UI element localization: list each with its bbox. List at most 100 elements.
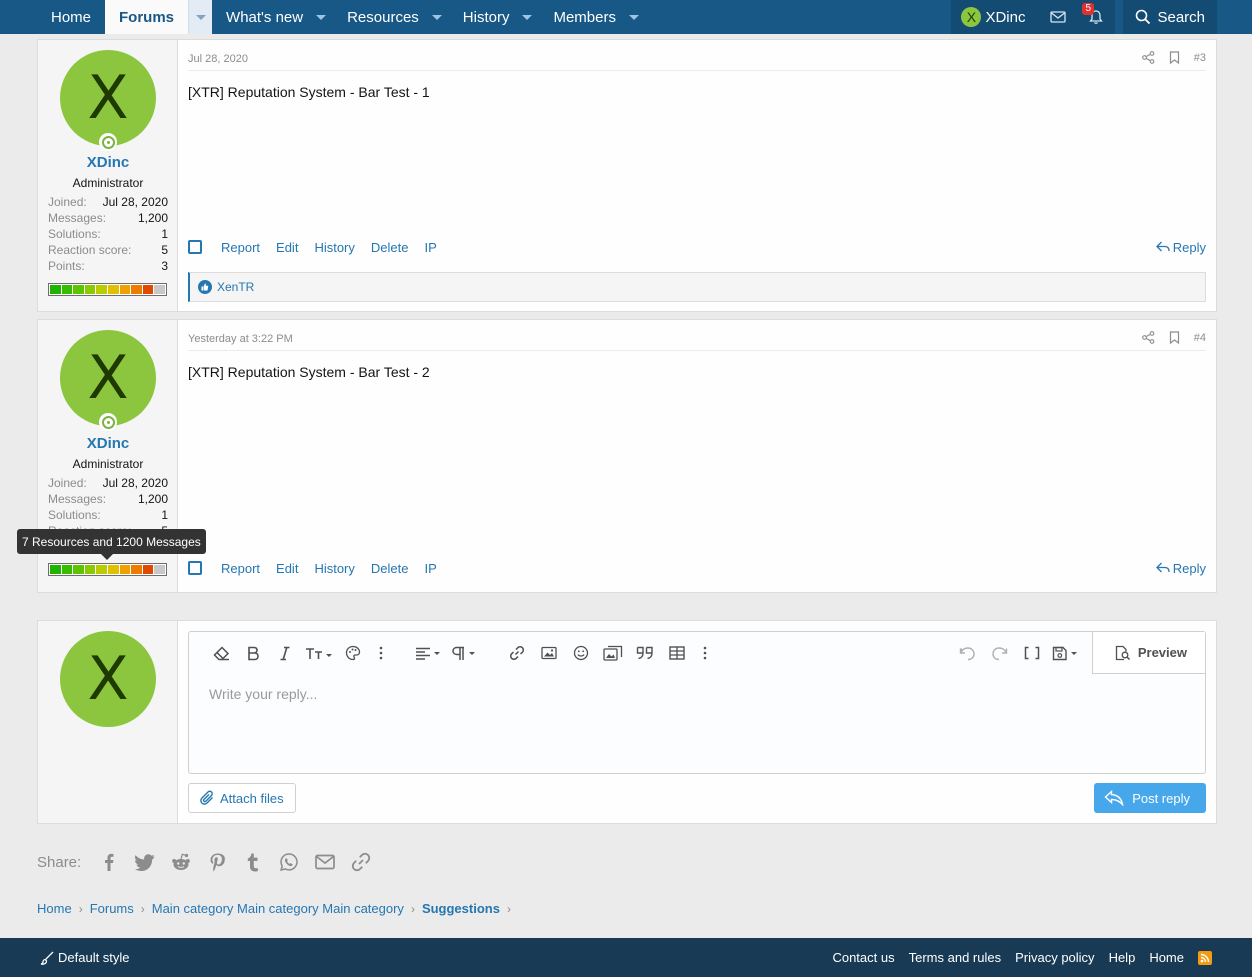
tab-forums[interactable]: Forums (105, 0, 213, 34)
undo-button[interactable] (952, 638, 984, 668)
insert-image-button[interactable] (533, 638, 565, 668)
chevron-down-icon[interactable] (622, 0, 646, 34)
insert-table-button[interactable] (661, 638, 693, 668)
avatar[interactable]: X (60, 330, 156, 426)
tab-history[interactable]: History (449, 0, 540, 34)
home-link[interactable]: Home (1149, 950, 1184, 965)
edit-link[interactable]: Edit (276, 240, 298, 255)
username[interactable]: XDinc (38, 435, 178, 452)
stat-value: 1 (161, 508, 168, 522)
post-date[interactable]: Yesterday at 3:22 PM (188, 333, 293, 345)
reply-textarea[interactable]: Write your reply... (209, 686, 317, 702)
ip-link[interactable]: IP (424, 561, 436, 576)
search-button[interactable]: Search (1123, 0, 1217, 34)
post-actions: Report Edit History Delete IP Reply (188, 560, 1206, 576)
share-icon[interactable] (1141, 331, 1155, 344)
inbox-button[interactable] (1039, 0, 1077, 34)
user-stats: Joined: Jul 28, 2020 Messages: 1,200 Solut… (48, 194, 168, 274)
drafts-button[interactable] (1048, 638, 1084, 668)
delete-link[interactable]: Delete (371, 561, 409, 576)
pinterest-icon[interactable] (199, 853, 235, 872)
smilie-button[interactable] (565, 638, 597, 668)
toggle-bbcode-button[interactable] (1016, 638, 1048, 668)
breadcrumb: Home › Forums › Main category Main categ… (37, 901, 518, 916)
tumblr-icon[interactable] (235, 853, 271, 872)
breadcrumb-home[interactable]: Home (37, 901, 72, 916)
username[interactable]: XDinc (38, 154, 178, 171)
terms-link[interactable]: Terms and rules (909, 950, 1001, 965)
facebook-icon[interactable] (91, 853, 127, 871)
reply-button[interactable]: Reply (1155, 561, 1206, 576)
align-button[interactable] (411, 638, 447, 668)
bookmark-icon[interactable] (1169, 51, 1180, 64)
edit-link[interactable]: Edit (276, 561, 298, 576)
color-button[interactable] (337, 638, 369, 668)
italic-button[interactable] (269, 638, 301, 668)
post-date[interactable]: Jul 28, 2020 (188, 53, 248, 65)
post-number[interactable]: #3 (1194, 52, 1206, 64)
whatsapp-icon[interactable] (271, 853, 307, 871)
reactions-bar[interactable]: XenTR (188, 272, 1206, 302)
delete-link[interactable]: Delete (371, 240, 409, 255)
reputation-bar[interactable] (48, 563, 167, 576)
breadcrumb-current[interactable]: Suggestions (422, 901, 500, 916)
ip-link[interactable]: IP (424, 240, 436, 255)
redo-button[interactable] (984, 638, 1016, 668)
twitter-icon[interactable] (127, 853, 163, 871)
bold-icon (248, 646, 259, 660)
post-number[interactable]: #4 (1194, 332, 1206, 344)
font-size-button[interactable] (301, 638, 337, 668)
post-reply-button[interactable]: Post reply (1094, 783, 1206, 813)
help-link[interactable]: Help (1109, 950, 1136, 965)
tab-whats-new[interactable]: What's new (212, 0, 333, 34)
preview-button[interactable]: Preview (1091, 632, 1205, 674)
alerts-button[interactable]: 5 (1077, 0, 1115, 34)
report-link[interactable]: Report (221, 561, 260, 576)
chevron-down-icon[interactable] (425, 0, 449, 34)
select-checkbox[interactable] (188, 561, 202, 575)
more-insert-options-button[interactable] (693, 638, 717, 668)
share-icon[interactable] (1141, 51, 1155, 64)
tab-members[interactable]: Members (539, 0, 646, 34)
paragraph-button[interactable] (447, 638, 483, 668)
history-link[interactable]: History (314, 561, 354, 576)
rss-icon[interactable] (1198, 950, 1212, 965)
tab-label: What's new (226, 8, 304, 26)
privacy-link[interactable]: Privacy policy (1015, 950, 1094, 965)
email-icon[interactable] (307, 854, 343, 870)
style-chooser-link[interactable]: Default style (40, 938, 130, 977)
report-link[interactable]: Report (221, 240, 260, 255)
breadcrumb-category[interactable]: Main category Main category Main categor… (152, 901, 404, 916)
stat-value: 1,200 (137, 492, 168, 506)
reply-icon (1155, 241, 1170, 252)
insert-media-button[interactable] (597, 638, 629, 668)
avatar[interactable]: X (60, 50, 156, 146)
chevron-down-icon[interactable] (188, 0, 213, 34)
attach-files-button[interactable]: Attach files (188, 783, 296, 813)
tab-home[interactable]: Home (37, 0, 105, 34)
quote-button[interactable] (629, 638, 661, 668)
reply-button[interactable]: Reply (1155, 240, 1206, 255)
link-icon[interactable] (343, 852, 379, 872)
select-checkbox[interactable] (188, 240, 202, 254)
chevron-down-icon[interactable] (515, 0, 539, 34)
reputation-bar[interactable] (48, 283, 167, 296)
bookmark-icon[interactable] (1169, 331, 1180, 344)
post-tools: #3 (1128, 51, 1206, 64)
undo-icon (960, 646, 976, 660)
contact-us-link[interactable]: Contact us (832, 950, 894, 965)
reddit-icon[interactable] (163, 853, 199, 871)
history-link[interactable]: History (314, 240, 354, 255)
chevron-down-icon[interactable] (309, 0, 333, 34)
reply-editor: Preview Write your reply... (188, 631, 1206, 774)
reaction-users[interactable]: XenTR (217, 280, 254, 294)
tab-resources[interactable]: Resources (333, 0, 449, 34)
account-name: XDinc (985, 8, 1026, 26)
insert-link-button[interactable] (501, 638, 533, 668)
nav-user-area: X XDinc 5 Search (951, 0, 1217, 34)
more-text-options-button[interactable] (369, 638, 393, 668)
bold-button[interactable] (237, 638, 269, 668)
account-menu[interactable]: X XDinc (951, 0, 1039, 34)
breadcrumb-forums[interactable]: Forums (90, 901, 134, 916)
clear-formatting-button[interactable] (205, 638, 237, 668)
